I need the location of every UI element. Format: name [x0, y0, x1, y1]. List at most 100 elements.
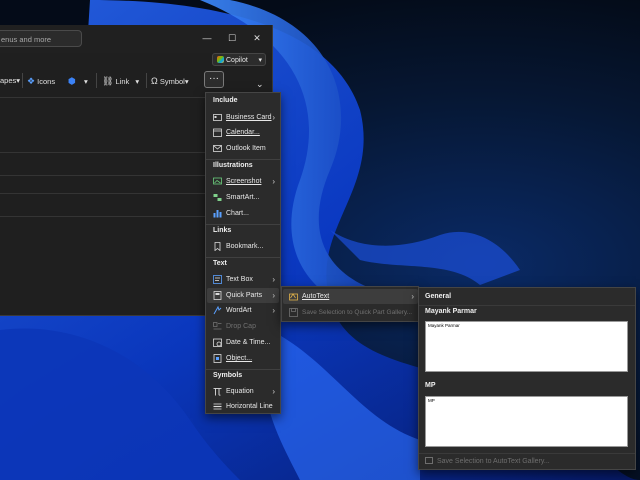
date-time-icon — [213, 338, 222, 347]
menu-item-screenshot[interactable]: Screenshot › — [207, 174, 279, 189]
shapes-button[interactable]: apes▾ — [0, 74, 20, 88]
icons-label: Icons — [37, 77, 56, 86]
text-box-icon — [213, 275, 222, 284]
envelope-icon — [213, 145, 222, 152]
chart-label: Chart... — [226, 210, 249, 217]
collapse-ribbon-icon[interactable]: ⌄ — [256, 77, 264, 91]
quick-parts-icon — [213, 291, 222, 300]
section-symbols: Symbols — [213, 372, 243, 379]
menu-item-quick-parts[interactable]: Quick Parts › — [207, 288, 279, 303]
divider — [0, 216, 205, 217]
menu-item-autotext[interactable]: AutoText › — [283, 289, 418, 304]
menu-item-calendar[interactable]: Calendar... — [207, 125, 279, 140]
ribbon-divider — [146, 73, 147, 88]
cube-icon: ⬢ — [68, 76, 76, 86]
chevron-right-icon: › — [411, 292, 414, 301]
symbol-button[interactable]: Ω Symbol▾ — [151, 74, 189, 88]
3d-models-button[interactable]: ⬢ ▾ — [68, 74, 88, 88]
chevron-right-icon: › — [272, 291, 275, 300]
maximize-button[interactable]: ☐ — [223, 30, 241, 46]
autotext-entry-preview[interactable]: MP — [425, 396, 628, 447]
insert-ribbon: apes▾ ❖ Icons ⬢ ▾ ⛓ Link ▾ Ω Symbol▾ ···… — [0, 69, 272, 91]
insert-more-menu: Include Business Card › Calendar... Outl… — [205, 92, 281, 414]
chevron-down-icon: ▾ — [135, 77, 140, 86]
bookmark-icon — [214, 242, 221, 251]
screenshot-label: Screenshot — [226, 178, 262, 185]
menu-item-outlook-item[interactable]: Outlook Item — [207, 141, 279, 156]
calendar-icon — [213, 128, 222, 137]
bookmark-label: Bookmark... — [226, 243, 264, 250]
business-card-icon — [213, 114, 222, 121]
chevron-down-icon: ▾ — [16, 76, 21, 85]
ribbon-divider — [96, 73, 97, 88]
divider — [0, 152, 205, 153]
section-links: Links — [213, 227, 232, 234]
link-button[interactable]: ⛓ Link ▾ — [102, 74, 139, 88]
shapes-label: apes — [0, 76, 17, 85]
menu-item-object[interactable]: Object... — [207, 351, 279, 366]
smartart-label: SmartArt... — [226, 194, 260, 201]
wordart-icon — [213, 306, 222, 315]
menu-item-bookmark[interactable]: Bookmark... — [207, 239, 279, 254]
screenshot-icon — [213, 177, 222, 185]
drop-cap-icon — [213, 322, 222, 330]
horizontal-line-label: Horizontal Line — [226, 403, 273, 410]
copilot-label: Copilot — [226, 57, 248, 64]
section-include: Include — [213, 97, 238, 104]
copilot-button[interactable]: Copilot ▾ — [212, 53, 266, 66]
omega-icon: Ω — [151, 76, 158, 86]
chevron-right-icon: › — [272, 387, 275, 396]
autotext-entry-preview[interactable]: Mayank Parmar — [425, 321, 628, 372]
save-to-autotext-gallery: Save Selection to AutoText Gallery... — [425, 457, 550, 465]
icons-button[interactable]: ❖ Icons — [27, 74, 55, 88]
pi-icon — [213, 388, 222, 396]
section-text: Text — [213, 260, 227, 267]
gallery-category-header: General — [425, 293, 452, 300]
more-options-button[interactable]: ··· — [204, 71, 224, 88]
menu-item-drop-cap: Drop Cap — [207, 319, 279, 334]
menu-item-chart[interactable]: Chart... — [207, 206, 279, 221]
divider — [0, 193, 205, 194]
symbol-label: Symbol — [159, 77, 185, 86]
menu-item-text-box[interactable]: Text Box › — [207, 272, 279, 287]
smartart-icon — [213, 194, 222, 201]
object-label: Object... — [226, 355, 253, 362]
link-icon: ⛓ — [102, 76, 114, 86]
date-time-label: Date & Time... — [226, 339, 271, 346]
autotext-entry-name: MP — [425, 382, 436, 389]
chart-icon — [213, 210, 222, 218]
outlook-item-label: Outlook Item — [226, 145, 266, 152]
menu-item-smartart[interactable]: SmartArt... — [207, 190, 279, 205]
autotext-label: AutoText — [302, 293, 330, 300]
copilot-icon — [217, 56, 224, 63]
save-icon — [425, 457, 433, 464]
menu-separator — [206, 159, 280, 160]
menu-item-business-card[interactable]: Business Card › — [207, 110, 279, 125]
drop-cap-label: Drop Cap — [226, 323, 256, 330]
chevron-right-icon: › — [272, 177, 275, 186]
quick-parts-label: Quick Parts — [226, 292, 263, 299]
close-button[interactable]: ✕ — [248, 30, 266, 46]
menu-item-equation[interactable]: Equation › — [207, 384, 279, 399]
save-selection-label: Save Selection to Quick Part Gallery... — [302, 309, 413, 316]
menu-separator — [206, 224, 280, 225]
minimize-button[interactable]: — — [198, 30, 216, 46]
section-illustrations: Illustrations — [213, 162, 253, 169]
menu-item-wordart[interactable]: WordArt › — [207, 303, 279, 318]
chevron-down-icon: ▾ — [258, 57, 262, 64]
chevron-down-icon: ▾ — [184, 77, 189, 86]
menu-item-horizontal-line[interactable]: Horizontal Line — [207, 399, 279, 414]
menu-separator — [419, 305, 635, 306]
search-input[interactable]: enus and more — [0, 30, 82, 47]
autotext-entry-name: Mayank Parmar — [425, 308, 477, 315]
chevron-down-icon: ▾ — [83, 77, 88, 86]
chevron-right-icon: › — [272, 306, 275, 315]
divider — [0, 175, 205, 176]
divider — [0, 97, 205, 98]
save-to-autotext-label: Save Selection to AutoText Gallery... — [437, 458, 550, 465]
chevron-right-icon: › — [272, 275, 275, 284]
menu-item-date-time[interactable]: Date & Time... — [207, 335, 279, 350]
menu-separator — [419, 453, 635, 454]
quick-parts-submenu: AutoText › Save Selection to Quick Part … — [281, 286, 419, 322]
autotext-gallery: General Mayank Parmar Mayank Parmar MP M… — [418, 287, 636, 470]
